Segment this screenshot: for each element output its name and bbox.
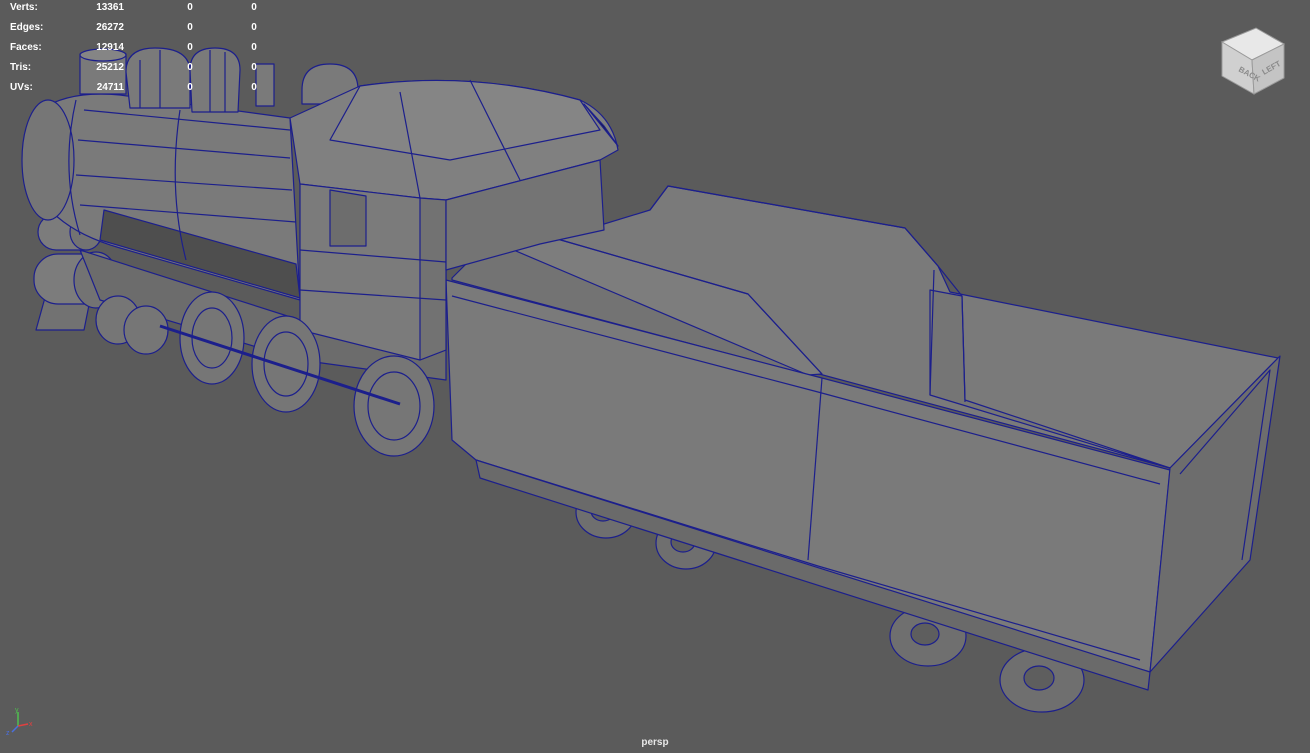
hud-component: 0 <box>251 2 257 13</box>
hud-total: 24711 <box>96 82 124 93</box>
hud-row-uvs: UVs: 24711 0 0 <box>10 80 270 100</box>
hud-selected: 0 <box>187 22 193 33</box>
hud-label: Verts: <box>10 2 38 13</box>
axis-orientation-gizmo: y x z <box>6 707 33 736</box>
hud-label: Edges: <box>10 22 44 33</box>
train-model-wireframe[interactable] <box>0 0 1310 753</box>
tender-car[interactable] <box>445 185 1281 713</box>
hud-label: Faces: <box>10 42 42 53</box>
hud-total: 25212 <box>96 62 124 73</box>
hud-selected: 0 <box>187 2 193 13</box>
hud-selected: 0 <box>187 82 193 93</box>
axis-z-label: z <box>6 730 10 736</box>
axis-x-label: x <box>29 721 33 728</box>
hud-component: 0 <box>251 62 257 73</box>
hud-label: UVs: <box>10 82 33 93</box>
perspective-viewport[interactable]: Verts: 13361 0 0 Edges: 26272 0 0 Faces:… <box>0 0 1310 753</box>
hud-label: Tris: <box>10 62 32 73</box>
hud-row-edges: Edges: 26272 0 0 <box>10 20 270 40</box>
camera-name-label: persp <box>641 737 669 748</box>
hud-total: 12914 <box>96 42 124 53</box>
hud-component: 0 <box>251 82 257 93</box>
axis-y-label: y <box>15 707 19 714</box>
viewcube-navigator[interactable]: BACK LEFT <box>1218 26 1290 96</box>
hud-total: 13361 <box>96 2 124 13</box>
hud-selected: 0 <box>187 42 193 53</box>
hud-row-verts: Verts: 13361 0 0 <box>10 0 270 20</box>
hud-row-tris: Tris: 25212 0 0 <box>10 60 270 80</box>
hud-total: 26272 <box>96 22 124 33</box>
hud-selected: 0 <box>187 62 193 73</box>
hud-component: 0 <box>251 22 257 33</box>
hud-row-faces: Faces: 12914 0 0 <box>10 40 270 60</box>
poly-count-hud: Verts: 13361 0 0 Edges: 26272 0 0 Faces:… <box>10 0 270 100</box>
hud-component: 0 <box>251 42 257 53</box>
